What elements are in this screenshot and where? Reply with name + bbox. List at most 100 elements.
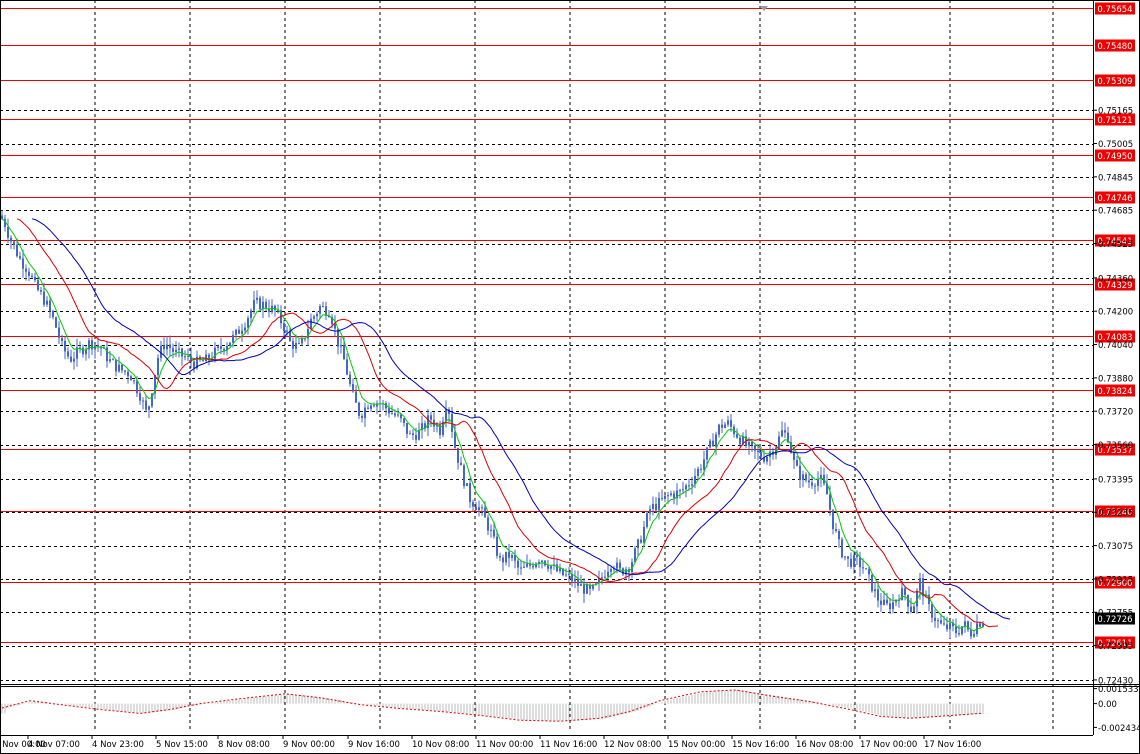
candle-body bbox=[214, 347, 216, 359]
candle-body bbox=[136, 380, 138, 394]
price-tick-label: 0.73720 bbox=[1098, 408, 1133, 418]
candle-body bbox=[274, 305, 276, 311]
candle-body bbox=[559, 568, 561, 572]
price-tick-label: 0.73395 bbox=[1098, 475, 1133, 485]
time-tick-label: 8 Nov 08:00 bbox=[218, 740, 270, 750]
candle-body bbox=[739, 437, 741, 445]
candle-body bbox=[700, 468, 702, 470]
time-tick-label: 12 Nov 08:00 bbox=[604, 740, 661, 750]
time-tick-label: 9 Nov 00:00 bbox=[283, 740, 335, 750]
candle-body bbox=[697, 468, 699, 476]
candle-body bbox=[655, 503, 657, 511]
candle-body bbox=[709, 440, 711, 448]
candle-body bbox=[7, 226, 9, 238]
candle-body bbox=[256, 297, 258, 300]
candle-body bbox=[97, 345, 99, 347]
candle-body bbox=[166, 344, 168, 350]
price-tick-label: 0.74845 bbox=[1098, 173, 1133, 183]
candle-body bbox=[649, 508, 651, 514]
candle-body bbox=[34, 276, 36, 281]
candle-body bbox=[43, 291, 45, 305]
candle-body bbox=[355, 391, 357, 403]
candle-body bbox=[487, 517, 489, 531]
candle-body bbox=[247, 317, 249, 328]
candle bbox=[259, 295, 261, 311]
candle-body bbox=[913, 606, 915, 613]
candle bbox=[841, 537, 843, 559]
candle-body bbox=[478, 507, 480, 511]
time-tick-label: 11 Nov 16:00 bbox=[540, 740, 597, 750]
candle bbox=[646, 511, 648, 529]
candle-body bbox=[25, 268, 27, 272]
candle-body bbox=[727, 420, 729, 425]
candle-body bbox=[1, 215, 3, 219]
candle-body bbox=[730, 420, 732, 427]
candle-body bbox=[502, 557, 504, 563]
candle-body bbox=[19, 256, 21, 259]
candle-body bbox=[799, 465, 801, 480]
candle-body bbox=[430, 415, 432, 420]
candle-body bbox=[460, 462, 462, 466]
candle-body bbox=[31, 275, 33, 277]
candle-body bbox=[880, 600, 882, 605]
candle-body bbox=[604, 576, 606, 578]
candle-body bbox=[919, 578, 921, 591]
candle-body bbox=[454, 431, 456, 448]
price-tick-label: 0.75165 bbox=[1098, 107, 1133, 117]
candle-body bbox=[532, 565, 534, 568]
candle-body bbox=[877, 589, 879, 601]
candle-body bbox=[760, 451, 762, 458]
candle-body bbox=[748, 441, 750, 446]
candle-body bbox=[82, 347, 84, 355]
candle-body bbox=[325, 306, 327, 316]
price-tick-label: 0.74040 bbox=[1098, 341, 1133, 351]
candle-body bbox=[343, 345, 345, 360]
candle-body bbox=[586, 584, 588, 594]
candle-body bbox=[235, 329, 237, 335]
candle-body bbox=[685, 485, 687, 490]
candle-body bbox=[130, 376, 132, 381]
candle-body bbox=[793, 452, 795, 461]
candle-body bbox=[52, 310, 54, 318]
candle-body bbox=[184, 356, 186, 358]
candle-body bbox=[868, 569, 870, 575]
candle-body bbox=[73, 358, 75, 362]
time-tick-label: 4 Nov 23:00 bbox=[92, 740, 144, 750]
candle-body bbox=[319, 306, 321, 314]
candle-body bbox=[124, 370, 126, 372]
candle-body bbox=[706, 447, 708, 460]
candle-body bbox=[511, 555, 513, 558]
price-tick-label: 0.73880 bbox=[1098, 374, 1133, 384]
oscillator-tick-label: 0.00 bbox=[1098, 700, 1117, 710]
candle-body bbox=[406, 422, 408, 434]
level-label: 0.75309 bbox=[1097, 77, 1132, 87]
candle-body bbox=[652, 503, 654, 509]
candle-body bbox=[871, 574, 873, 592]
candle-body bbox=[445, 409, 447, 422]
candle-body bbox=[658, 498, 660, 511]
price-tick-label: 0.73235 bbox=[1098, 509, 1133, 519]
candle-body bbox=[217, 346, 219, 348]
candle-body bbox=[736, 434, 738, 438]
candle-body bbox=[394, 413, 396, 416]
candle-body bbox=[847, 556, 849, 559]
candle-body bbox=[640, 539, 642, 543]
candle-body bbox=[970, 629, 972, 637]
candle-body bbox=[481, 507, 483, 509]
candle-body bbox=[493, 529, 495, 537]
candle-body bbox=[358, 402, 360, 416]
candle-body bbox=[982, 623, 984, 627]
candle-body bbox=[802, 474, 804, 480]
candle-body bbox=[40, 290, 42, 292]
candle-body bbox=[949, 622, 951, 630]
candle-body bbox=[853, 555, 855, 567]
candle-body bbox=[865, 568, 867, 570]
candle-body bbox=[37, 280, 39, 291]
candle-body bbox=[874, 589, 876, 592]
candle-body bbox=[415, 434, 417, 440]
candle-body bbox=[373, 405, 375, 407]
candle-body bbox=[106, 347, 108, 362]
candle bbox=[466, 482, 468, 487]
candle-body bbox=[904, 588, 906, 595]
candle-body bbox=[754, 445, 756, 451]
